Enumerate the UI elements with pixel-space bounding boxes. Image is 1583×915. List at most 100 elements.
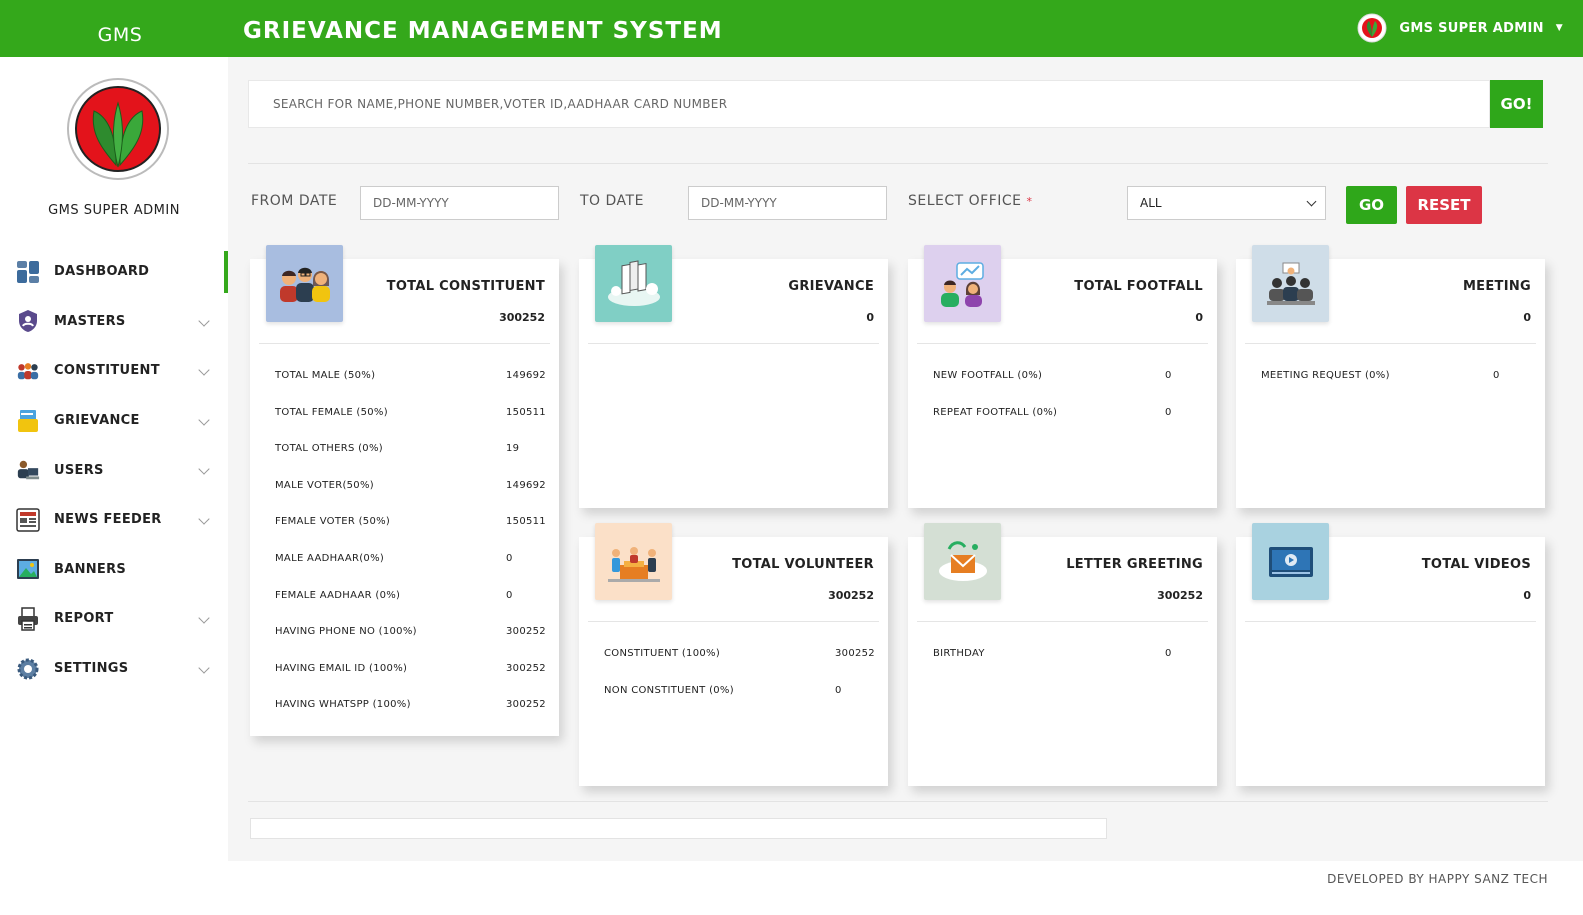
stat-label: BIRTHDAY (933, 648, 985, 659)
sidebar-item-dashboard[interactable]: DASHBOARD (0, 247, 228, 297)
sidebar-item-report[interactable]: REPORT (0, 594, 228, 644)
stat-row: NEW FOOTFALL (0%) 0 (933, 367, 1205, 404)
sidebar-item-users[interactable]: USERS (0, 445, 228, 495)
divider (248, 801, 1548, 802)
stat-row: REPEAT FOOTFALL (0%) 0 (933, 404, 1205, 441)
stat-value: 150511 (506, 406, 546, 418)
sidebar-item-label: USERS (54, 462, 104, 478)
sidebar-item-grievance[interactable]: GRIEVANCE (0, 396, 228, 446)
office-select[interactable]: ALL (1127, 186, 1326, 220)
card-divider (917, 621, 1208, 622)
card-meeting[interactable]: MEETING 0 MEETING REQUEST (0%) 0 (1236, 245, 1545, 508)
card-total-volunteer[interactable]: TOTAL VOLUNTEER 300252 CONSTITUENT (100%… (579, 523, 888, 786)
newspaper-icon (16, 508, 40, 532)
card-title: MEETING (1462, 279, 1531, 294)
reset-button[interactable]: RESET (1406, 186, 1482, 224)
card-grievance[interactable]: GRIEVANCE 0 (579, 245, 888, 508)
sidebar-item-label: GRIEVANCE (54, 413, 140, 429)
card-rows: TOTAL MALE (50%) 149692 TOTAL FEMALE (50%… (275, 367, 547, 733)
constituent-people-icon (266, 245, 343, 322)
card-rows: BIRTHDAY 0 (933, 645, 1205, 682)
bottom-panel (250, 818, 1107, 839)
volunteer-people-icon (595, 523, 672, 600)
stat-row: BIRTHDAY 0 (933, 645, 1205, 682)
stat-label: NON CONSTITUENT (0%) (604, 684, 734, 696)
stat-row: FEMALE AADHAAR (0%) 0 (275, 587, 547, 624)
meeting-people-icon (1252, 245, 1329, 322)
video-player-icon (1252, 523, 1329, 600)
stat-row: FEMALE VOTER (50%) 150511 (275, 513, 547, 550)
stat-value: 300252 (506, 699, 546, 711)
select-office-label-text: SELECT OFFICE (908, 193, 1022, 209)
stat-value: 300252 (835, 648, 875, 659)
stat-value: 0 (506, 552, 513, 564)
to-date-input[interactable] (688, 186, 887, 220)
card-letter-greeting[interactable]: LETTER GREETING 300252 BIRTHDAY 0 (908, 523, 1217, 786)
card-divider (259, 343, 550, 344)
card-title: TOTAL VIDEOS (1421, 557, 1531, 572)
main-content: GO! FROM DATE TO DATE SELECT OFFICE * AL… (228, 57, 1583, 861)
sidebar-item-label: REPORT (54, 611, 114, 627)
card-title: TOTAL FOOTFALL (1074, 279, 1203, 294)
stat-label: MALE VOTER(50%) (275, 479, 374, 491)
card-divider (1245, 343, 1536, 344)
stat-label: MALE AADHAAR(0%) (275, 552, 385, 564)
chevron-down-icon (1306, 196, 1317, 207)
footer-credit: DEVELOPED BY HAPPY SANZ TECH (1327, 872, 1548, 886)
sidebar-nav: DASHBOARD MASTERS CONSTITUENT GRIEVANCE (0, 247, 228, 693)
stat-label: HAVING EMAIL ID (100%) (275, 662, 408, 674)
sidebar-item-label: NEWS FEEDER (54, 512, 162, 528)
sidebar-item-constituent[interactable]: CONSTITUENT (0, 346, 228, 396)
stat-label: FEMALE VOTER (50%) (275, 516, 391, 528)
caret-down-icon: ▼ (1555, 23, 1563, 33)
stat-value: 150511 (506, 516, 546, 528)
card-count: 300252 (499, 311, 545, 324)
card-total-footfall[interactable]: TOTAL FOOTFALL 0 NEW FOOTFALL (0%) 0 REPE… (908, 245, 1217, 508)
select-office-label: SELECT OFFICE * (908, 193, 1032, 209)
stat-row: MALE AADHAAR(0%) 0 (275, 550, 547, 587)
folder-icon (16, 409, 40, 433)
sidebar-item-label: MASTERS (54, 313, 126, 329)
sidebar-user-name: GMS SUPER ADMIN (48, 203, 180, 218)
card-total-constituent[interactable]: TOTAL CONSTITUENT 300252 TOTAL MALE (50%… (250, 245, 559, 736)
stat-label: HAVING WHATSPP (100%) (275, 699, 411, 711)
stat-label: TOTAL FEMALE (50%) (275, 406, 388, 418)
user-menu[interactable]: GMS SUPER ADMIN ▼ (1357, 12, 1563, 44)
user-avatar-icon (1357, 13, 1387, 43)
stat-row: HAVING WHATSPP (100%) 300252 (275, 696, 547, 733)
filter-go-button[interactable]: GO (1346, 186, 1397, 224)
search-input[interactable] (249, 81, 1489, 127)
stat-label: CONSTITUENT (100%) (604, 648, 721, 659)
stat-label: REPEAT FOOTFALL (0%) (933, 406, 1058, 418)
stat-label: MEETING REQUEST (0%) (1261, 370, 1390, 381)
sidebar-item-masters[interactable]: MASTERS (0, 297, 228, 347)
search-box (248, 80, 1490, 128)
stat-value: 0 (835, 684, 842, 696)
sidebar: GMS SUPER ADMIN DASHBOARD MASTERS CONSTI… (0, 57, 228, 915)
sidebar-item-label: CONSTITUENT (54, 363, 160, 379)
letter-envelope-icon (924, 523, 1001, 600)
card-count: 300252 (828, 589, 874, 602)
app-title: GRIEVANCE MANAGEMENT SYSTEM (243, 18, 723, 44)
brand-name[interactable]: GMS (0, 0, 240, 57)
stat-value: 0 (1165, 370, 1172, 381)
sidebar-item-label: BANNERS (54, 561, 127, 577)
to-date-label: TO DATE (580, 193, 644, 209)
sidebar-item-banners[interactable]: BANNERS (0, 545, 228, 595)
office-select-value: ALL (1140, 196, 1162, 210)
sidebar-item-news-feeder[interactable]: NEWS FEEDER (0, 495, 228, 545)
stat-value: 149692 (506, 479, 546, 491)
required-marker: * (1026, 195, 1033, 208)
search-go-button[interactable]: GO! (1490, 80, 1543, 128)
card-rows: CONSTITUENT (100%) 300252 NON CONSTITUENT… (604, 645, 876, 718)
chevron-down-icon (198, 662, 210, 674)
sidebar-item-settings[interactable]: SETTINGS (0, 644, 228, 694)
stat-label: HAVING PHONE NO (100%) (275, 626, 417, 638)
card-total-videos[interactable]: TOTAL VIDEOS 0 (1236, 523, 1545, 786)
card-count: 0 (866, 311, 874, 324)
card-rows: NEW FOOTFALL (0%) 0 REPEAT FOOTFALL (0%) 0 (933, 367, 1205, 440)
stat-value: 0 (1493, 370, 1500, 381)
image-icon (16, 557, 40, 581)
stat-row: MALE VOTER(50%) 149692 (275, 477, 547, 514)
from-date-input[interactable] (360, 186, 559, 220)
